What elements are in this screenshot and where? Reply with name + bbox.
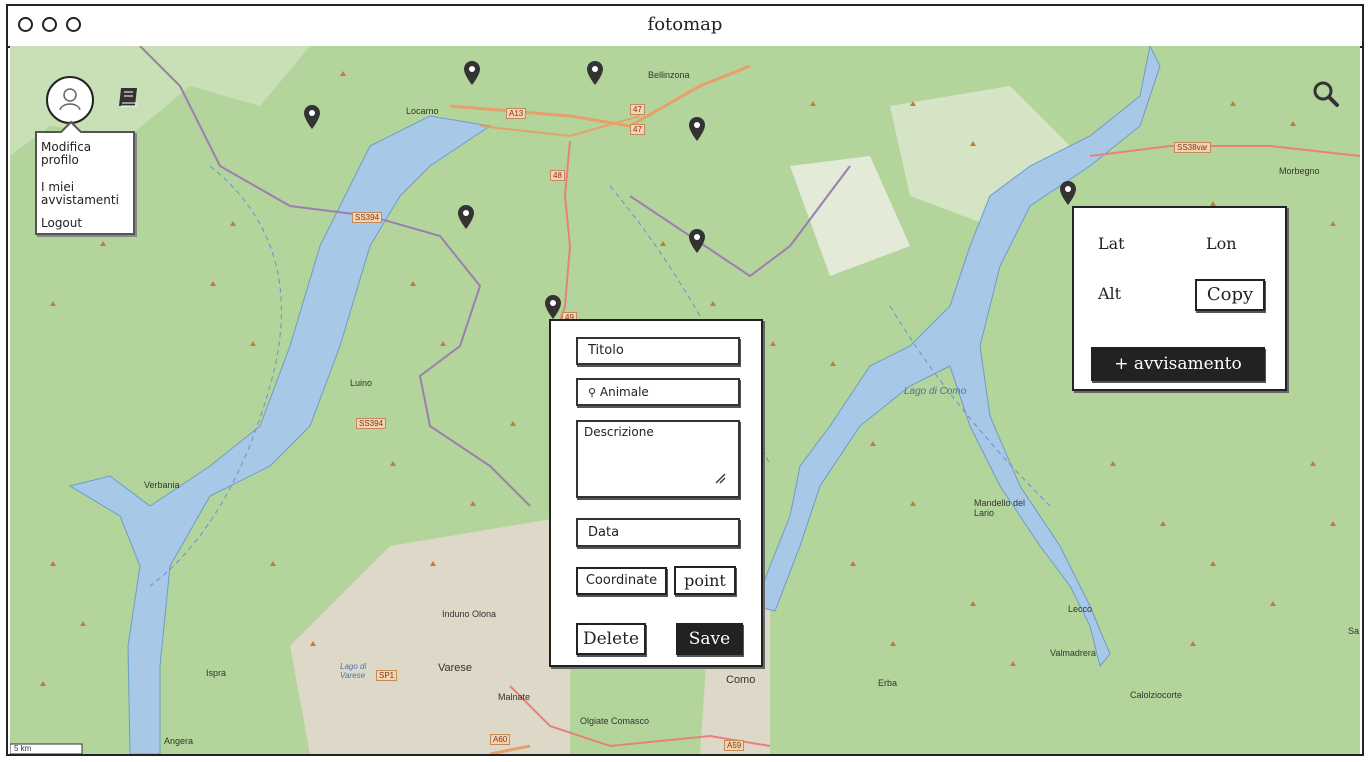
animal-placeholder: Animale [599,385,649,399]
road-label: SS394 [352,212,383,223]
add-sighting-button[interactable]: + avvisamento [1091,347,1265,381]
map-pin-icon[interactable] [457,204,475,230]
map-pin-icon[interactable] [688,228,706,254]
road-label: SS38var [1174,142,1211,153]
menu-item-my-sightings[interactable]: I miei avvistamenti [41,181,131,207]
place-label: Ispra [206,668,227,678]
road-label: 47 [630,104,645,115]
menu-item-logout[interactable]: Logout [41,217,82,230]
alt-label: Alt [1098,284,1122,303]
avatar[interactable] [46,76,94,124]
place-label: Verbania [144,480,180,490]
road-label: 47 [630,124,645,135]
coordinates-panel: Lat Lon Alt Copy + avvisamento [1072,206,1287,391]
place-label: Morbegno [1279,166,1320,176]
search-icon[interactable] [1312,80,1340,108]
user-icon [59,88,81,111]
road-label: SS394 [356,418,387,429]
point-button[interactable]: point [674,566,736,595]
place-label: Lecco [1068,604,1093,614]
road-label: A60 [490,734,511,745]
map-pin-icon[interactable] [544,294,562,320]
place-label: Bellinzona [648,70,690,80]
save-button[interactable]: Save [676,623,743,655]
place-label: Calolziocorte [1130,690,1183,700]
lat-label: Lat [1098,234,1125,253]
resize-handle-icon[interactable] [714,472,726,484]
date-input[interactable]: Data [576,518,740,547]
map-pin-icon[interactable] [463,60,481,86]
lake-label: Lago di Como [904,386,967,397]
scale-bar: 5 km [14,744,32,753]
user-menu: Modifica profilo I miei avvistamenti Log… [35,120,135,235]
place-label: Locarno [406,106,439,116]
place-label: Malnate [498,692,531,702]
map-pin-icon[interactable] [688,116,706,142]
road-label: A13 [506,108,527,119]
place-label: Erba [878,678,898,688]
place-label: Valmadrera [1050,648,1096,658]
sighting-form: Titolo ⚲ Animale Descrizione Data Coordi… [549,319,763,667]
window-title: fotomap [647,14,723,35]
title-bar: fotomap [8,6,1362,48]
menu-item-edit-profile[interactable]: Modifica profilo [41,141,121,167]
description-textarea[interactable]: Descrizione [576,420,740,498]
place-label: Luino [350,378,373,388]
road-label: 48 [550,170,565,181]
lake-label: Lago di Varese [340,662,367,680]
place-label: Como [726,674,756,686]
delete-button[interactable]: Delete [576,623,646,655]
coordinate-field[interactable]: Coordinate [576,567,667,595]
search-icon: ⚲ [588,386,597,399]
place-label: Angera [164,736,194,746]
place-label: Olgiate Comasco [580,716,650,726]
copy-button[interactable]: Copy [1195,279,1265,311]
map-pin-icon[interactable] [1059,180,1077,206]
road-label: A59 [724,740,745,751]
lon-label: Lon [1206,234,1237,253]
place-label: Induno Olona [442,609,497,619]
road-label: SP1 [376,670,398,681]
description-placeholder: Descrizione [584,425,654,439]
map-pin-icon[interactable] [586,60,604,86]
place-label: Sa [1348,626,1360,636]
title-input[interactable]: Titolo [576,337,740,365]
animal-search-input[interactable]: ⚲ Animale [576,378,740,406]
book-icon[interactable] [116,84,142,110]
map-pin-icon[interactable] [303,104,321,130]
place-label: Varese [438,662,473,674]
place-label: Mandello del Lario [974,498,1026,518]
